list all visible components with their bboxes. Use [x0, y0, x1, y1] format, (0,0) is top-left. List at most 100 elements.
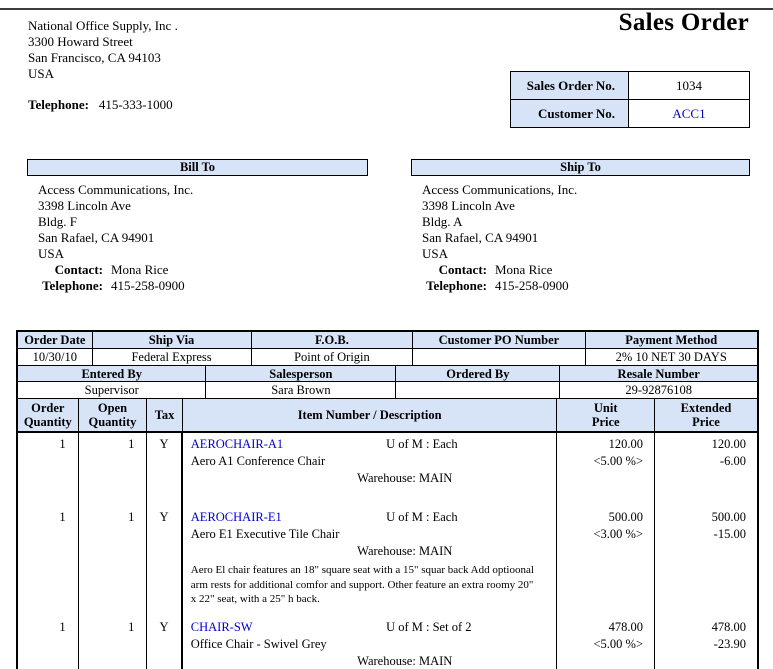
ship-to-line-3: San Rafael, CA 94901	[422, 230, 750, 246]
ship-to-telephone-row: Telephone: 415-258-0900	[411, 278, 750, 294]
warehouse-line: Warehouse: MAIN	[357, 653, 552, 669]
item-description-text: Aero E1 Executive Tile Chair	[191, 526, 553, 543]
order-quantity-header: Order Quantity	[18, 399, 79, 433]
item-code-line: AEROCHAIR-E1 U of M : Each	[191, 509, 553, 526]
extended-price-header: Extended Price	[655, 399, 757, 433]
order-meta-header-row-2: Entered By Salesperson Ordered By Resale…	[18, 366, 757, 383]
open-quantity-value: 1	[79, 433, 148, 506]
bill-to-header: Bill To	[27, 159, 368, 176]
tax-value: Y	[147, 433, 182, 506]
order-details-table: Order Date Ship Via F.O.B. Customer PO N…	[16, 330, 759, 669]
line-item-row-2: 1 1 Y AEROCHAIR-E1 U of M : Each Aero E1…	[18, 506, 757, 616]
ship-to-line-2: Bldg. A	[422, 214, 750, 230]
unit-price-cell: 478.00 <5.00 %>	[557, 616, 655, 669]
items-header-row: Order Quantity Open Quantity Tax Item Nu…	[18, 399, 757, 433]
company-telephone-row: Telephone:415-333-1000	[28, 97, 178, 113]
sales-order-no-label: Sales Order No.	[511, 72, 629, 99]
extended-price-cell: 500.00 -15.00	[655, 506, 757, 616]
ship-to-line-4: USA	[422, 246, 750, 262]
ship-to-header: Ship To	[411, 159, 750, 176]
discount-amount-value: -15.00	[655, 526, 746, 543]
extended-price-value: 500.00	[655, 509, 746, 526]
ship-to-address: Access Communications, Inc. 3398 Lincoln…	[411, 182, 750, 262]
resale-number-value: 29-92876108	[560, 382, 757, 399]
order-meta-value-row-1: 10/30/10 Federal Express Point of Origin…	[18, 349, 757, 366]
company-block: National Office Supply, Inc . 3300 Howar…	[28, 18, 178, 113]
item-number-link[interactable]: AEROCHAIR-A1	[191, 437, 283, 451]
order-quantity-value: 1	[18, 506, 79, 616]
ship-to-block: Ship To Access Communications, Inc. 3398…	[411, 159, 750, 294]
item-code-line: CHAIR-SW U of M : Set of 2	[191, 619, 553, 636]
bill-to-contact-row: Contact: Mona Rice	[27, 262, 368, 278]
bill-to-telephone-row: Telephone: 415-258-0900	[27, 278, 368, 294]
order-quantity-value: 1	[18, 433, 79, 506]
warehouse-line: Warehouse: MAIN	[357, 543, 552, 560]
order-date-value: 10/30/10	[18, 349, 93, 366]
sales-order-report-page: Sales Order National Office Supply, Inc …	[0, 0, 773, 669]
bill-to-line-4: USA	[38, 246, 368, 262]
extended-price-value: 478.00	[655, 619, 746, 636]
ordered-by-header: Ordered By	[396, 366, 560, 383]
extended-price-cell: 120.00 -6.00	[655, 433, 757, 506]
company-telephone-value: 415-333-1000	[89, 97, 173, 112]
order-quantity-value: 1	[18, 616, 79, 669]
unit-of-measure-label: U of M : Set of 2	[386, 619, 471, 636]
discount-amount-value: -6.00	[655, 453, 746, 470]
customer-no-link[interactable]: ACC1	[629, 100, 749, 127]
tax-header: Tax	[147, 399, 182, 433]
ship-to-contact-value: Mona Rice	[487, 262, 552, 278]
item-number-description-header: Item Number / Description	[183, 399, 558, 433]
bill-to-line-3: San Rafael, CA 94901	[38, 230, 368, 246]
order-number-box: Sales Order No. 1034 Customer No. ACC1	[510, 71, 750, 128]
extended-price-cell: 478.00 -23.90	[655, 616, 757, 669]
customer-no-label: Customer No.	[511, 100, 629, 127]
discount-percent-value: <5.00 %>	[557, 453, 643, 470]
sales-order-no-row: Sales Order No. 1034	[511, 72, 749, 99]
bill-to-line-1: 3398 Lincoln Ave	[38, 198, 368, 214]
resale-number-header: Resale Number	[560, 366, 757, 383]
unit-price-header: Unit Price	[557, 399, 655, 433]
fob-header: F.O.B.	[252, 332, 414, 349]
bill-to-contact-value: Mona Rice	[103, 262, 168, 278]
salesperson-value: Sara Brown	[206, 382, 396, 399]
item-description-text: Office Chair - Swivel Grey	[191, 636, 553, 653]
ship-via-header: Ship Via	[93, 332, 252, 349]
bill-to-line-2: Bldg. F	[38, 214, 368, 230]
unit-price-value: 478.00	[557, 619, 643, 636]
item-long-description: Aero El chair features an 18" square sea…	[191, 563, 538, 607]
open-quantity-header: Open Quantity	[79, 399, 148, 433]
item-description-cell: AEROCHAIR-E1 U of M : Each Aero E1 Execu…	[183, 506, 558, 616]
item-description-text: Aero A1 Conference Chair	[191, 453, 553, 470]
company-address-line-1: 3300 Howard Street	[28, 34, 178, 50]
order-date-header: Order Date	[18, 332, 93, 349]
item-description-cell: AEROCHAIR-A1 U of M : Each Aero A1 Confe…	[183, 433, 558, 506]
sales-order-no-value: 1034	[629, 72, 749, 99]
ship-to-contact-row: Contact: Mona Rice	[411, 262, 750, 278]
ship-to-line-1: 3398 Lincoln Ave	[422, 198, 750, 214]
ordered-by-value	[396, 382, 560, 399]
open-quantity-value: 1	[79, 506, 148, 616]
tax-value: Y	[147, 616, 182, 669]
ship-to-telephone-value: 415-258-0900	[487, 278, 569, 294]
item-description-cell: CHAIR-SW U of M : Set of 2 Office Chair …	[183, 616, 558, 669]
discount-amount-value: -23.90	[655, 636, 746, 653]
unit-price-cell: 500.00 <3.00 %>	[557, 506, 655, 616]
order-meta-header-row-1: Order Date Ship Via F.O.B. Customer PO N…	[18, 332, 757, 349]
warehouse-line: Warehouse: MAIN	[357, 470, 552, 487]
unit-price-value: 500.00	[557, 509, 643, 526]
item-number-link[interactable]: CHAIR-SW	[191, 620, 253, 634]
payment-method-value: 2% 10 NET 30 DAYS	[586, 349, 757, 366]
ship-to-telephone-label: Telephone:	[411, 278, 487, 294]
item-number-link[interactable]: AEROCHAIR-E1	[191, 510, 282, 524]
line-item-row-1: 1 1 Y AEROCHAIR-A1 U of M : Each Aero A1…	[18, 433, 757, 506]
company-address-line-2: San Francisco, CA 94103	[28, 50, 178, 66]
entered-by-header: Entered By	[18, 366, 206, 383]
unit-price-cell: 120.00 <5.00 %>	[557, 433, 655, 506]
ship-via-value: Federal Express	[93, 349, 252, 366]
bill-to-telephone-value: 415-258-0900	[103, 278, 185, 294]
company-address-line-3: USA	[28, 66, 178, 82]
unit-price-value: 120.00	[557, 436, 643, 453]
line-item-row-3: 1 1 Y CHAIR-SW U of M : Set of 2 Office …	[18, 616, 757, 669]
bill-to-block: Bill To Access Communications, Inc. 3398…	[27, 159, 368, 294]
order-meta-value-row-2: Supervisor Sara Brown 29-92876108	[18, 382, 757, 399]
